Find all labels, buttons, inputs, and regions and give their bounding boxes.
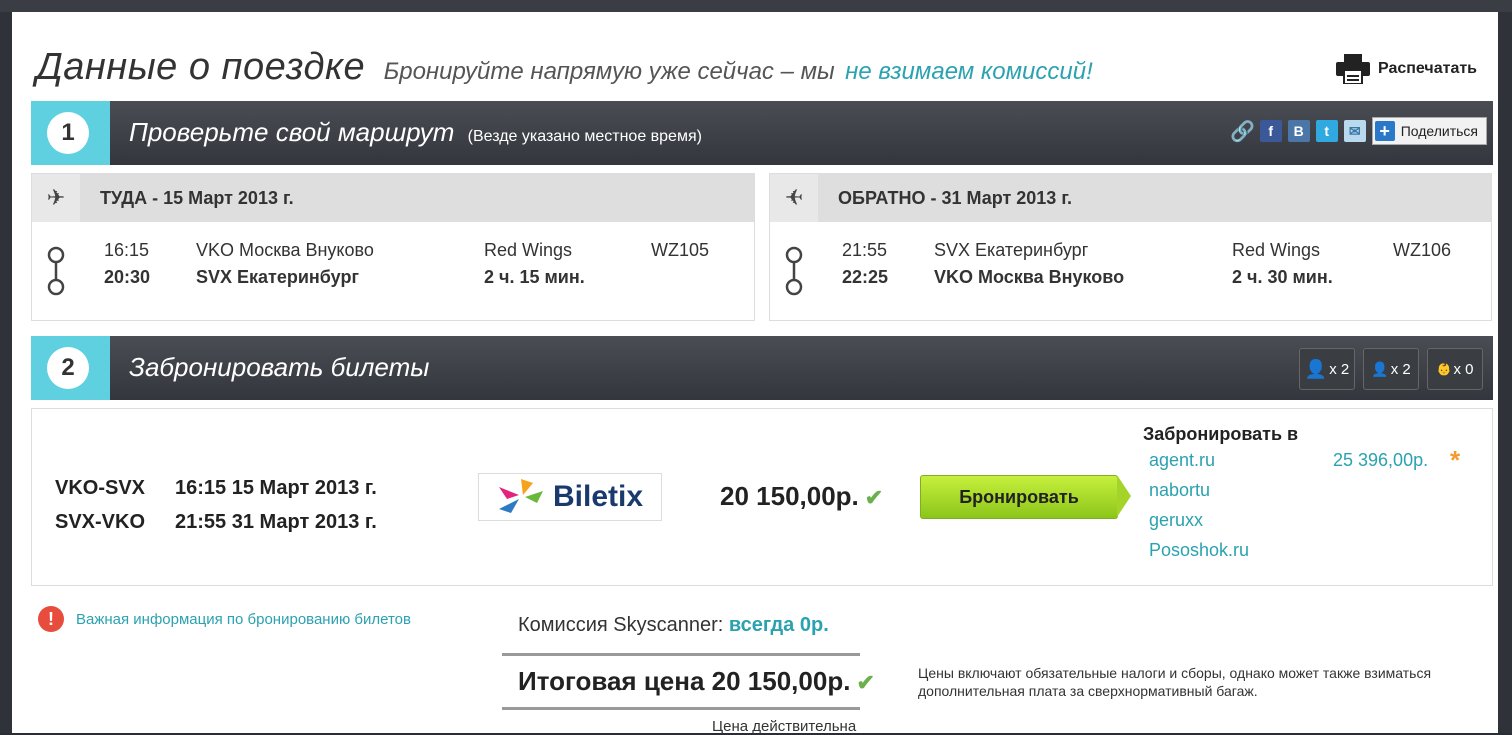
child-count: x 2: [1390, 360, 1411, 378]
outbound-airline: Red Wings: [484, 240, 573, 260]
step1-title-text: Проверьте свой маршрут: [129, 117, 455, 147]
inbound-arrive-time: 22:25: [842, 267, 889, 287]
provider-logo: Biletix: [478, 473, 662, 521]
twitter-icon[interactable]: t: [1315, 120, 1338, 142]
booking-price-value: 20 150,00р.: [720, 481, 859, 511]
inbound-duration: 2 ч. 30 мин.: [1232, 267, 1333, 287]
agent-link-nabortu[interactable]: nabortu: [1149, 480, 1210, 501]
check-icon: ✔: [856, 670, 875, 695]
star-icon: *: [1450, 445, 1461, 475]
inbound-flight-number: WZ106: [1393, 240, 1452, 260]
share-toolbar: 🔗 f B t ✉ + Поделиться: [1230, 117, 1487, 145]
biletix-logo-icon: [498, 479, 543, 513]
adult-count: x 2: [1329, 360, 1350, 378]
booking-panel: VKO-SVX 16:15 15 Март 2013 г. SVX-VKO 21…: [31, 408, 1493, 586]
inbound-header-title: ОБРАТНО - 31 Март 2013 г.: [838, 188, 1073, 208]
outbound-from: VKO Москва Внуково: [196, 240, 374, 260]
agent-link-geruxx[interactable]: geruxx: [1149, 510, 1203, 531]
email-icon[interactable]: ✉: [1343, 120, 1366, 142]
background-top-strip: [0, 0, 1512, 12]
booking-price: 20 150,00р. ✔: [720, 481, 883, 512]
plus-icon: +: [1374, 121, 1395, 141]
outbound-depart-time: 16:15: [104, 240, 150, 260]
leg2-route: SVX-VKO: [55, 511, 146, 533]
page-title: Данные о поездке: [36, 46, 366, 88]
check-icon: ✔: [864, 485, 884, 510]
step2-title: Забронировать билеты: [129, 352, 430, 382]
child-count-button[interactable]: 👤 x 2: [1363, 348, 1419, 390]
step1-number-box: 1: [31, 101, 110, 165]
step1-number: 1: [47, 112, 89, 154]
departure-plane-icon: ✈: [32, 174, 80, 222]
facebook-icon[interactable]: f: [1259, 120, 1282, 142]
important-info-link[interactable]: Важная информация по бронированию билето…: [76, 611, 411, 628]
background-left-strip: [0, 12, 12, 733]
page-subtitle: Бронируйте напрямую уже сейчас – мы: [383, 58, 835, 85]
step1-title: Проверьте свой маршрут (Везде указано ме…: [129, 117, 702, 148]
adult-count-button[interactable]: 👤 x 2: [1299, 348, 1355, 390]
inbound-header: ✈ ОБРАТНО - 31 Март 2013 г.: [770, 174, 1491, 222]
step2-number-box: 2: [31, 336, 110, 400]
local-time-note: (Везде указано местное время): [467, 128, 702, 145]
no-commission-text: не взимаем комиссий!: [845, 58, 1093, 85]
agent-link-pososhok[interactable]: Pososhok.ru: [1149, 540, 1249, 561]
print-label: Распечатать: [1378, 60, 1478, 77]
passenger-selector: 👤 x 2 👤 x 2 👶 x 0: [1299, 348, 1483, 390]
vkontakte-icon[interactable]: B: [1287, 120, 1310, 142]
child-icon: 👤: [1371, 360, 1389, 377]
commission-line: Комиссия Skyscanner: всегда 0р.: [518, 614, 829, 637]
step2-bar: 2 Забронировать билеты 👤 x 2 👤 x 2 👶 x 0: [31, 336, 1493, 400]
book-button[interactable]: Бронировать: [920, 475, 1131, 519]
infant-count-button[interactable]: 👶 x 0: [1427, 348, 1483, 390]
provider-name: Biletix: [552, 480, 644, 513]
inbound-body: 21:55 22:25 SVX Екатеринбург VKO Москва …: [770, 240, 1491, 302]
warning-icon: !: [38, 606, 64, 632]
inbound-to: VKO Москва Внуково: [934, 267, 1125, 287]
total-divider-top: [502, 653, 860, 656]
outbound-header: ✈ ТУДА - 15 Март 2013 г.: [32, 174, 754, 222]
background-scrollbar[interactable]: [1498, 12, 1512, 733]
important-info-row: ! Важная информация по бронированию биле…: [38, 606, 411, 632]
outbound-flight-card: ✈ ТУДА - 15 Март 2013 г. 16:15 20:30 VKO…: [31, 173, 755, 321]
inbound-depart-time: 21:55: [842, 240, 888, 260]
commission-value: всегда 0р.: [728, 614, 829, 636]
inbound-from: SVX Екатеринбург: [934, 240, 1089, 260]
printer-icon: [1336, 54, 1370, 84]
share-label: Поделиться: [1400, 123, 1478, 139]
outbound-duration: 2 ч. 15 мин.: [484, 267, 585, 287]
step1-bar: 1 Проверьте свой маршрут (Везде указано …: [31, 101, 1493, 165]
arrival-plane-icon: ✈: [770, 174, 818, 222]
total-divider-bottom: [502, 707, 860, 710]
leg2-time: 21:55 31 Март 2013 г.: [175, 511, 377, 533]
outbound-flight-number: WZ105: [651, 240, 710, 260]
leg1-route: VKO-SVX: [55, 477, 146, 499]
price-valid-note: Цена действительна: [712, 718, 857, 735]
outbound-arrive-time: 20:30: [104, 267, 151, 287]
inbound-flight-card: ✈ ОБРАТНО - 31 Март 2013 г. 21:55 22:25 …: [769, 173, 1492, 321]
leg1-time: 16:15 15 Март 2013 г.: [175, 477, 377, 499]
route-icon: [785, 246, 803, 296]
route-icon: [47, 246, 65, 296]
total-price: Итоговая цена 20 150,00р.: [518, 666, 851, 696]
total-price-line: Итоговая цена 20 150,00р. ✔: [518, 666, 875, 697]
infant-icon: 👶: [1436, 362, 1452, 376]
outbound-body: 16:15 20:30 VKO Москва Внуково SVX Екате…: [32, 240, 754, 302]
outbound-to: SVX Екатеринбург: [196, 267, 359, 287]
agent-link-agentru[interactable]: agent.ru: [1149, 450, 1215, 471]
adult-icon: 👤: [1304, 358, 1328, 379]
tax-note: Цены включают обязательные налоги и сбор…: [918, 665, 1432, 699]
inbound-airline: Red Wings: [1232, 240, 1321, 260]
title-row: Данные о поездке Бронируйте напрямую уже…: [36, 46, 1093, 89]
print-button[interactable]: Распечатать: [1336, 54, 1477, 84]
commission-label: Комиссия Skyscanner:: [518, 614, 724, 636]
share-button[interactable]: + Поделиться: [1371, 117, 1487, 145]
agent-price: 25 396,00р.: [1333, 450, 1429, 470]
book-at-label: Забронировать в: [1143, 424, 1299, 444]
step2-number: 2: [47, 347, 89, 389]
link-icon[interactable]: 🔗: [1230, 120, 1255, 143]
trip-details-modal: Данные о поездке Бронируйте напрямую уже…: [12, 12, 1498, 735]
infant-count: x 0: [1453, 360, 1474, 378]
outbound-header-title: ТУДА - 15 Март 2013 г.: [100, 188, 294, 208]
